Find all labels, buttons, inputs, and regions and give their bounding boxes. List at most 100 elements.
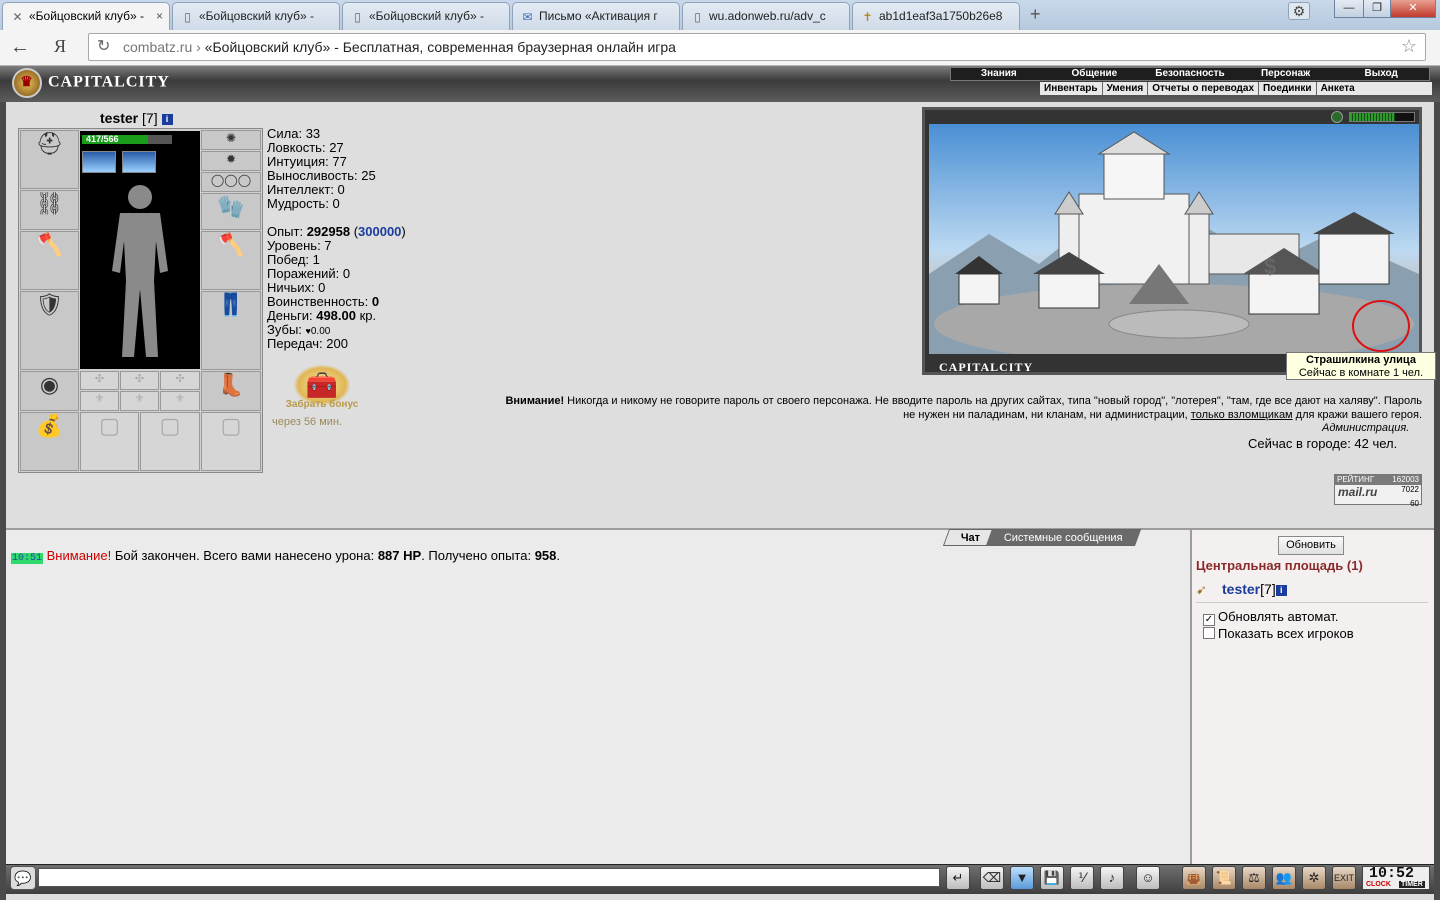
- browser-tab-6[interactable]: ✝ ab1d1eaf3a1750b26e8: [852, 2, 1020, 30]
- auto-refresh-option[interactable]: ✓ Обновлять автомат.: [1203, 609, 1338, 626]
- filter-icon[interactable]: ▼: [1010, 866, 1034, 890]
- rune-slot[interactable]: ✣: [80, 371, 119, 390]
- buff-icon[interactable]: [122, 151, 156, 173]
- armor-slot[interactable]: 🛡: [20, 291, 79, 370]
- rings-slot[interactable]: ◯◯◯: [201, 172, 261, 192]
- belt-slot[interactable]: ◉: [20, 371, 79, 411]
- helmet-slot[interactable]: ⛑: [20, 130, 79, 189]
- amulet-slot[interactable]: ✹: [201, 151, 261, 171]
- browser-tab-4[interactable]: ✉ Письмо «Активация г: [512, 2, 680, 30]
- room-user-row[interactable]: ➹ tester[7] i: [1196, 581, 1287, 598]
- nav-knowledge[interactable]: Знания: [951, 68, 1047, 80]
- subnav-profile[interactable]: Анкета: [1317, 82, 1359, 95]
- nav-security[interactable]: Безопасность: [1142, 68, 1238, 80]
- browser-tab-3[interactable]: ▯ «Бойцовский клуб» -: [342, 2, 510, 30]
- music-note-icon[interactable]: ♪: [1100, 866, 1124, 890]
- url-field[interactable]: ↻ combatz.ru › «Бойцовский клуб» - Беспл…: [88, 33, 1426, 61]
- bug-icon[interactable]: ✲: [1302, 866, 1326, 890]
- subnav-duels[interactable]: Поединки: [1259, 82, 1317, 95]
- belligerence-row: Воинственность: 0: [267, 295, 406, 309]
- charm-slot[interactable]: ⚜: [80, 391, 119, 411]
- tab-label: «Бойцовский клуб» -: [369, 9, 484, 23]
- message-time[interactable]: 10:51: [11, 553, 44, 564]
- bookmark-star-icon[interactable]: ☆: [1401, 33, 1417, 59]
- subnav-inventory[interactable]: Инвентарь: [1040, 82, 1103, 95]
- save-disk-icon[interactable]: 💾: [1040, 866, 1064, 890]
- browser-tab-1[interactable]: ✕ «Бойцовский клуб» - ×: [2, 2, 170, 31]
- buff-icon[interactable]: [82, 151, 116, 173]
- rune-slot[interactable]: ✣: [120, 371, 159, 390]
- inventory-bag-icon[interactable]: 👜: [1182, 866, 1206, 890]
- tab-label: wu.adonweb.ru/adv_c: [709, 9, 826, 23]
- city-map[interactable]: $ CAPITALCITY: [922, 107, 1422, 375]
- minimize-button[interactable]: —: [1334, 0, 1364, 18]
- rune-slot[interactable]: ✣: [160, 371, 200, 390]
- bag-slot[interactable]: 💰: [20, 412, 79, 471]
- close-window-button[interactable]: ✕: [1390, 0, 1436, 18]
- pocket-slot[interactable]: ▢: [80, 412, 139, 471]
- weapon-axe-slot[interactable]: 🪓: [20, 231, 79, 290]
- mailru-rating-badge[interactable]: РЕЙТИНГ 162003 mail.ru 7022 60: [1334, 474, 1422, 508]
- maximize-button[interactable]: ❐: [1363, 0, 1391, 18]
- send-enter-icon[interactable]: ↵: [946, 866, 970, 890]
- bracers-slot[interactable]: ⛓: [20, 190, 79, 230]
- room-user-name[interactable]: tester: [1222, 581, 1260, 597]
- tab-system-messages[interactable]: Системные сообщения: [986, 529, 1142, 546]
- refresh-button[interactable]: Обновить: [1278, 536, 1344, 555]
- nav-character[interactable]: Персонаж: [1238, 68, 1334, 80]
- subnav-skills[interactable]: Умения: [1103, 82, 1149, 95]
- losses-row: Поражений: 0: [267, 266, 351, 281]
- yandex-button[interactable]: Я: [54, 36, 66, 57]
- url-domain: combatz.ru: [123, 39, 193, 55]
- reload-icon[interactable]: ↻: [97, 34, 110, 60]
- friends-icon[interactable]: 👥: [1272, 866, 1296, 890]
- market-icon[interactable]: ⚖: [1242, 866, 1266, 890]
- browser-tab-5[interactable]: ▯ wu.adonweb.ru/adv_c: [682, 2, 850, 30]
- boots-slot[interactable]: 👢: [201, 371, 261, 411]
- bonus-widget[interactable]: 🧰 Забрать бонус через 56 мин.: [272, 365, 372, 428]
- chat-bubble-icon[interactable]: 💬: [10, 866, 36, 890]
- tab-label: «Бойцовский клуб» -: [199, 9, 314, 23]
- new-tab-button[interactable]: +: [1030, 4, 1041, 25]
- smiley-icon[interactable]: ☺: [1136, 866, 1160, 890]
- timer-label[interactable]: TIMER: [1399, 881, 1425, 888]
- eye-icon[interactable]: [1331, 111, 1343, 123]
- subnav-transfer-reports[interactable]: Отчеты о переводах: [1148, 82, 1260, 95]
- auto-refresh-checkbox[interactable]: ✓: [1203, 614, 1215, 626]
- info-icon[interactable]: i: [161, 113, 173, 125]
- nav-communication[interactable]: Общение: [1047, 68, 1143, 80]
- pocket-slot[interactable]: ▢: [140, 412, 200, 471]
- browser-tab-2[interactable]: ▯ «Бойцовский клуб» -: [172, 2, 340, 30]
- nav-exit[interactable]: Выход: [1333, 68, 1429, 80]
- offhand-axe-slot[interactable]: 🪓: [201, 231, 261, 290]
- message-text: Бой закончен. Всего вами нанесено урона:: [111, 548, 378, 563]
- show-all-option[interactable]: Показать всех игроков: [1203, 626, 1354, 641]
- show-all-checkbox[interactable]: [1203, 627, 1215, 639]
- tab-label: ab1d1eaf3a1750b26e8: [879, 9, 1003, 23]
- private-message-icon[interactable]: ➹: [1196, 582, 1214, 598]
- clock-widget[interactable]: 10:52 CLOCK TIMER: [1362, 865, 1430, 890]
- gloves-slot[interactable]: 🧤: [201, 193, 261, 230]
- close-icon[interactable]: ×: [156, 9, 163, 23]
- translit-icon[interactable]: ⅟: [1070, 866, 1094, 890]
- exp-next[interactable]: 300000: [358, 224, 401, 239]
- scroll-icon[interactable]: 📜: [1212, 866, 1236, 890]
- charm-slot[interactable]: ⚜: [120, 391, 159, 411]
- warning-link[interactable]: только взломщикам: [1191, 409, 1293, 421]
- chat-input[interactable]: [38, 868, 940, 887]
- leggings-slot[interactable]: 👖: [201, 291, 261, 370]
- auto-refresh-label: Обновлять автомат.: [1218, 609, 1339, 624]
- capitalcity-logo[interactable]: ♛ CAPITALCITY: [12, 68, 170, 98]
- info-icon[interactable]: i: [1275, 584, 1287, 596]
- charm-slot[interactable]: ⚜: [160, 391, 200, 411]
- back-arrow-icon[interactable]: ←: [10, 36, 30, 59]
- map-scene[interactable]: $: [929, 124, 1419, 364]
- settings-gear-icon[interactable]: ⚙: [1288, 2, 1310, 20]
- exit-door-icon[interactable]: EXIT: [1332, 866, 1356, 890]
- warning-signature: Администрация.: [1322, 422, 1410, 434]
- earrings-slot[interactable]: ✺: [201, 130, 261, 150]
- character-silhouette: 417/566: [80, 131, 200, 369]
- bonus-label[interactable]: Забрать бонус: [272, 399, 372, 410]
- eraser-icon[interactable]: ⌫: [980, 866, 1004, 890]
- pocket-slot[interactable]: ▢: [201, 412, 261, 471]
